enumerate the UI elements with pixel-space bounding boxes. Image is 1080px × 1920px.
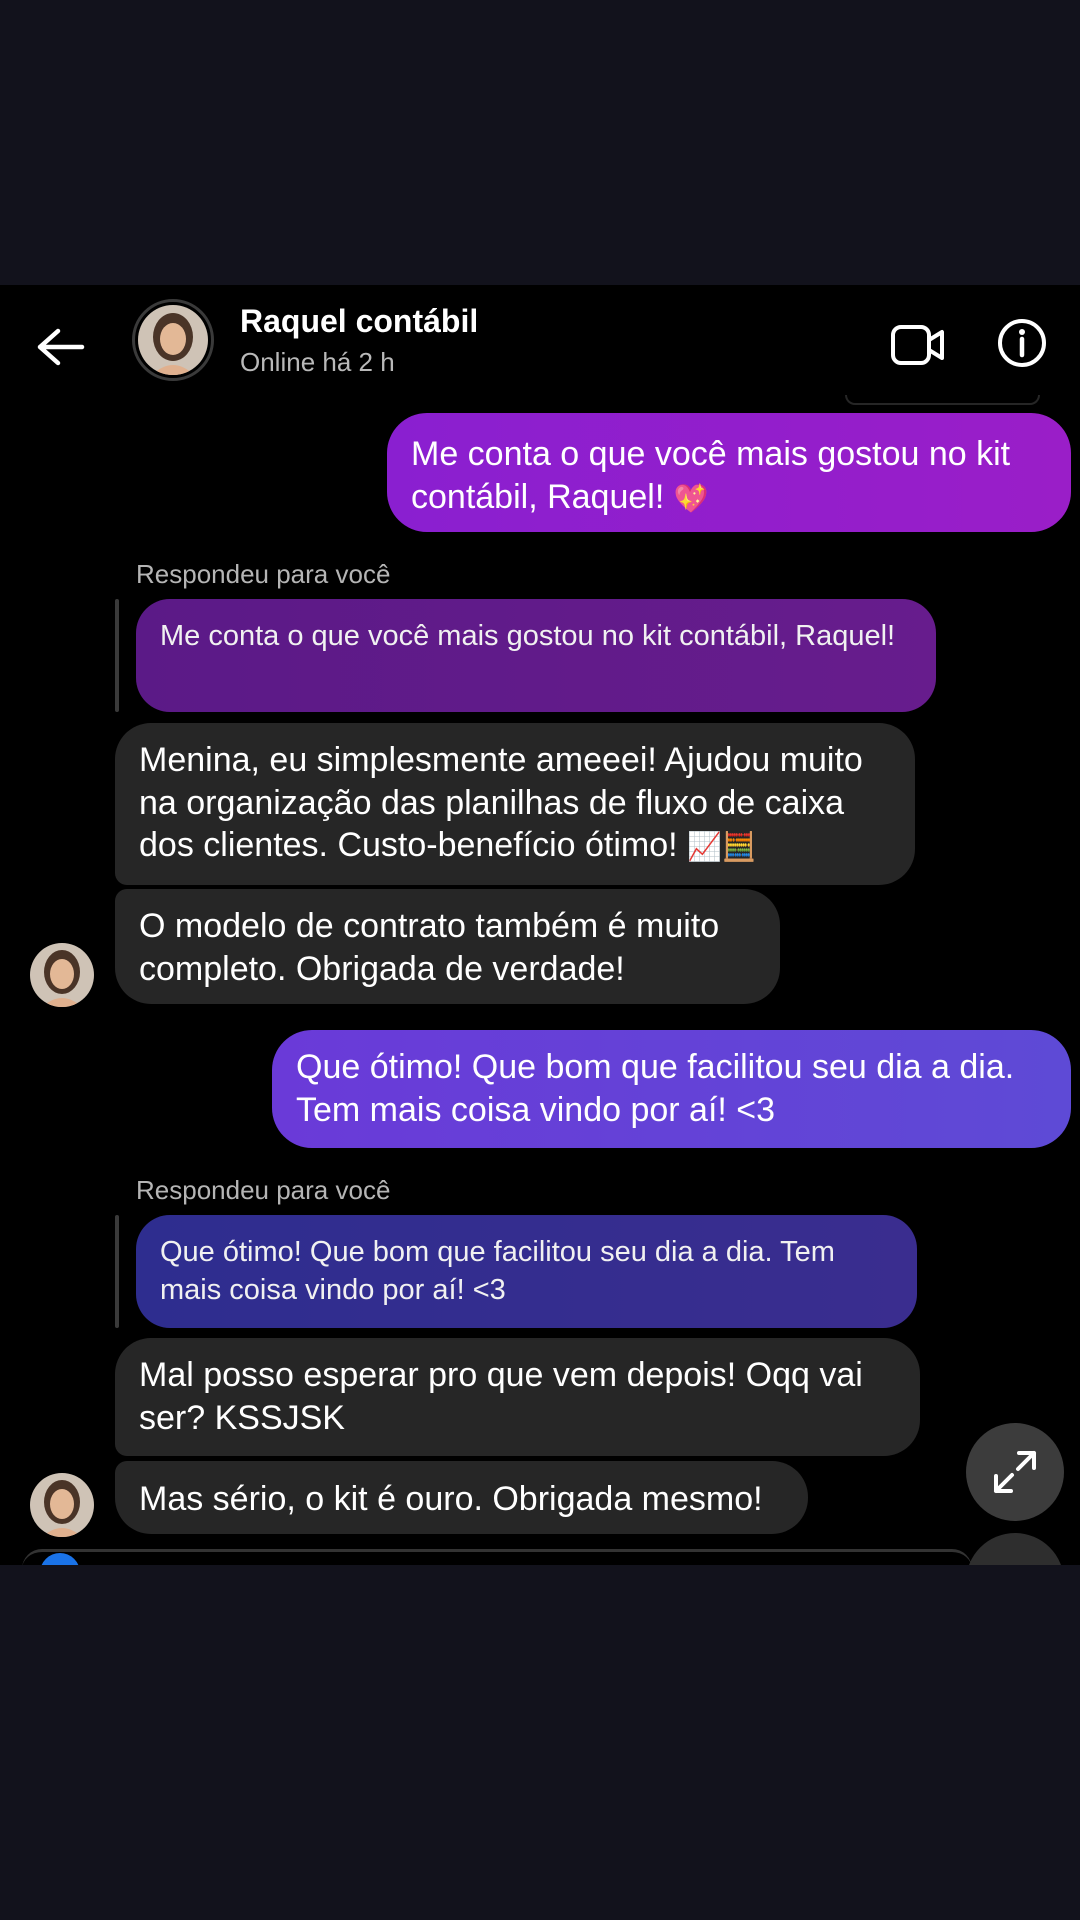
message-text: Mas sério, o kit é ouro. Obrigada mesmo! — [139, 1480, 763, 1518]
expand-arrows-icon — [994, 1451, 1036, 1493]
message-text: O modelo de contrato também é muito comp… — [139, 907, 720, 988]
incoming-message[interactable]: Mal posso esperar pro que vem depois! Oq… — [115, 1338, 920, 1456]
sparkling-heart-emoji: 💖 — [673, 481, 709, 515]
incoming-message[interactable]: Mas sério, o kit é ouro. Obrigada mesmo! — [115, 1461, 808, 1534]
quoted-message[interactable]: Que ótimo! Que bom que facilitou seu dia… — [136, 1215, 917, 1328]
info-button[interactable] — [992, 313, 1052, 373]
message-composer-edge[interactable] — [22, 1549, 972, 1565]
avatar — [138, 305, 208, 375]
reply-label: Respondeu para você — [136, 559, 391, 589]
previous-message-edge — [845, 395, 1040, 405]
incoming-message[interactable]: O modelo de contrato também é muito comp… — [115, 889, 780, 1004]
video-call-button[interactable] — [888, 315, 948, 375]
reply-bar — [115, 599, 119, 712]
contact-name[interactable]: Raquel contábil — [240, 303, 478, 340]
quoted-text: Me conta o que você mais gostou no kit c… — [160, 620, 896, 652]
navigation-area-bottom — [0, 1565, 1080, 1920]
chat-screen: Raquel contábil Online há 2 h Me conta o… — [0, 285, 1080, 1565]
floating-button-edge[interactable] — [966, 1533, 1064, 1565]
arrow-left-icon — [37, 328, 85, 366]
outgoing-message[interactable]: Que ótimo! Que bom que facilitou seu dia… — [272, 1030, 1071, 1148]
contact-status: Online há 2 h — [240, 347, 395, 377]
status-area-top — [0, 0, 1080, 285]
chart-calculator-emoji: 📈🧮 — [687, 830, 757, 863]
back-button[interactable] — [28, 315, 92, 379]
outgoing-message[interactable]: Me conta o que você mais gostou no kit c… — [387, 413, 1071, 532]
quoted-message[interactable]: Me conta o que você mais gostou no kit c… — [136, 599, 936, 712]
message-text: Que ótimo! Que bom que facilitou seu dia… — [296, 1048, 1015, 1129]
expand-button[interactable] — [966, 1423, 1064, 1521]
contact-avatar[interactable] — [132, 299, 214, 381]
incoming-message[interactable]: Menina, eu simplesmente ameeei! Ajudou m… — [115, 723, 915, 885]
info-icon — [998, 319, 1046, 367]
message-text: Me conta o que você mais gostou no kit c… — [411, 435, 1011, 516]
reply-bar — [115, 1215, 119, 1328]
sender-avatar[interactable] — [30, 943, 94, 1007]
quoted-text: Que ótimo! Que bom que facilitou seu dia… — [160, 1236, 835, 1307]
message-text: Mal posso esperar pro que vem depois! Oq… — [139, 1356, 863, 1437]
video-camera-icon — [891, 325, 944, 365]
reply-label: Respondeu para você — [136, 1175, 391, 1205]
sender-avatar[interactable] — [30, 1473, 94, 1537]
